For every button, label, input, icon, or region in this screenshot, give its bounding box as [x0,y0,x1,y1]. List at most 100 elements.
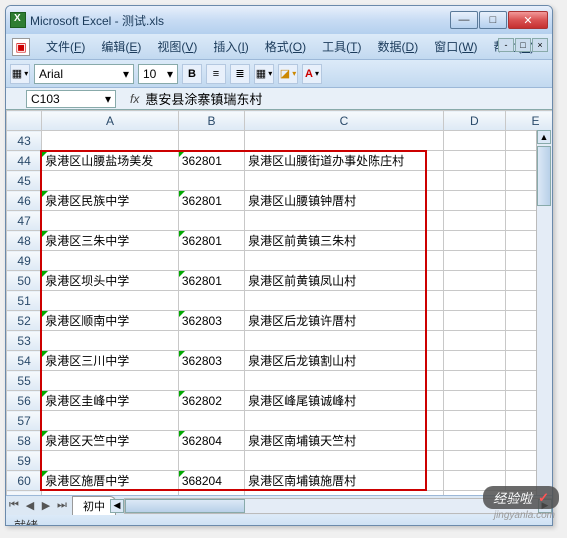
row-header[interactable]: 46 [7,191,42,211]
cell[interactable] [245,331,444,351]
cell[interactable] [178,371,244,391]
row-header[interactable]: 60 [7,471,42,491]
cell[interactable] [42,451,179,471]
row-header[interactable]: 43 [7,131,42,151]
cell[interactable] [178,451,244,471]
scroll-left-button[interactable]: ◀ [110,499,124,513]
cell[interactable] [245,131,444,151]
cell[interactable]: 362801 [178,191,244,211]
cell[interactable] [443,451,505,471]
cell[interactable] [42,411,179,431]
cell[interactable] [245,451,444,471]
font-color-button[interactable]: A [302,64,322,84]
cell[interactable] [178,331,244,351]
tab-nav-next[interactable]: ▶ [38,498,54,514]
row-header[interactable]: 53 [7,331,42,351]
menu-edit[interactable]: 编辑(E) [93,36,149,57]
menu-data[interactable]: 数据(D) [370,36,427,57]
cell[interactable] [42,291,179,311]
doc-minimize-button[interactable]: - [498,38,514,52]
fx-button[interactable]: fx [130,92,139,106]
border-button[interactable]: ▦ [254,64,274,84]
tab-nav-prev[interactable]: ◀ [22,498,38,514]
cell[interactable] [443,211,505,231]
row-header[interactable]: 49 [7,251,42,271]
cell[interactable] [443,331,505,351]
cell[interactable] [443,271,505,291]
row-header[interactable]: 48 [7,231,42,251]
cell[interactable]: 泉港区山腰盐场美发 [42,151,179,171]
row-header[interactable]: 57 [7,411,42,431]
cell[interactable] [42,131,179,151]
cell[interactable] [42,211,179,231]
row-header[interactable]: 56 [7,391,42,411]
cell[interactable]: 泉港区施厝中学 [42,471,179,491]
worksheet-grid[interactable]: A B C D E 4344泉港区山腰盐场美发362801泉港区山腰街道办事处陈… [6,110,552,495]
cell[interactable] [178,411,244,431]
menu-file[interactable]: 文件(F) [38,36,93,57]
cell[interactable]: 362801 [178,271,244,291]
toolbar-style-2[interactable]: ≣ [230,64,250,84]
col-header-B[interactable]: B [178,111,244,131]
row-header[interactable]: 51 [7,291,42,311]
cell[interactable] [443,251,505,271]
cell[interactable] [443,311,505,331]
cell[interactable]: 泉港区前黄镇凤山村 [245,271,444,291]
font-size-combo[interactable]: 10▾ [138,64,178,84]
document-icon[interactable] [12,38,30,56]
col-header-C[interactable]: C [245,111,444,131]
menu-view[interactable]: 视图(V) [149,36,205,57]
formula-value[interactable]: 惠安县涂寨镇瑞东村 [145,89,262,108]
bold-button[interactable]: B [182,64,202,84]
row-header[interactable]: 55 [7,371,42,391]
cell[interactable] [42,331,179,351]
cell[interactable]: 362801 [178,231,244,251]
doc-restore-button[interactable]: □ [515,38,531,52]
cell[interactable]: 泉港区山腰街道办事处陈庄村 [245,151,444,171]
cell[interactable] [443,151,505,171]
row-header[interactable]: 59 [7,451,42,471]
cell[interactable] [245,371,444,391]
cell[interactable] [178,131,244,151]
cell[interactable] [443,171,505,191]
scroll-up-button[interactable]: ▲ [537,130,551,144]
cell[interactable] [178,491,244,496]
fill-color-button[interactable]: ◪ [278,64,298,84]
tab-nav-first[interactable]: ⏮ [6,498,22,514]
cell[interactable]: 362801 [178,151,244,171]
name-box[interactable]: C103▾ [26,90,116,108]
cell[interactable]: 泉港区圭峰中学 [42,391,179,411]
cell[interactable] [443,411,505,431]
row-header[interactable]: 44 [7,151,42,171]
cell[interactable] [178,251,244,271]
cell[interactable]: 泉港区南埔镇施厝村 [245,471,444,491]
cell[interactable]: 泉港区三朱中学 [42,231,179,251]
row-header[interactable]: 47 [7,211,42,231]
row-header[interactable]: 45 [7,171,42,191]
vscroll-thumb[interactable] [537,146,551,206]
hscroll-thumb[interactable] [125,499,245,513]
select-all-corner[interactable] [7,111,42,131]
cell[interactable]: 泉港区南埔镇天竺村 [245,431,444,451]
cell[interactable] [245,211,444,231]
cell[interactable]: 362803 [178,311,244,331]
cell[interactable]: 泉港区峰尾镇诚峰村 [245,391,444,411]
cell[interactable] [443,391,505,411]
col-header-D[interactable]: D [443,111,505,131]
cell[interactable] [178,291,244,311]
close-button[interactable]: ✕ [508,11,548,29]
cell[interactable]: 362803 [178,351,244,371]
menu-tools[interactable]: 工具(T) [314,36,369,57]
tab-nav-last[interactable]: ⏭ [54,498,70,514]
cell[interactable]: 泉港区民族中学 [42,191,179,211]
cell[interactable] [42,371,179,391]
cell[interactable]: 泉港区前黄镇三朱村 [245,231,444,251]
cell[interactable]: 362804 [178,431,244,451]
cell[interactable]: 泉港区后龙镇许厝村 [245,311,444,331]
toolbar-btn-1[interactable]: ▦ [10,64,30,84]
cell[interactable] [443,231,505,251]
cell[interactable] [443,191,505,211]
cell[interactable] [245,411,444,431]
cell[interactable] [42,491,179,496]
cell[interactable] [443,371,505,391]
